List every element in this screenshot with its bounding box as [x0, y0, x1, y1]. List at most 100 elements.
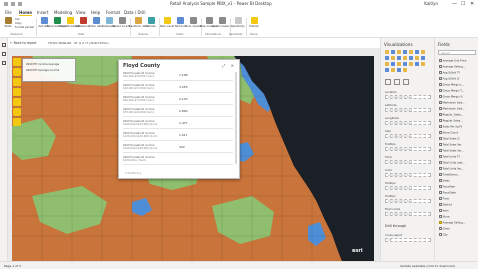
analytics-tab-icon[interactable]: [403, 79, 409, 85]
close-button[interactable]: ✕: [470, 1, 474, 7]
r-visual-icon[interactable]: [385, 68, 389, 72]
field-item[interactable]: Chain: [439, 227, 477, 232]
tab-view[interactable]: View: [76, 10, 86, 15]
select-icon[interactable]: [13, 108, 21, 116]
stacked-bar-icon[interactable]: [385, 50, 389, 54]
map-icon[interactable]: [415, 56, 419, 60]
well-field-name[interactable]: Field name Add data fields here: [385, 207, 431, 216]
field-item[interactable]: Store Count: [439, 131, 477, 136]
tab-data-drill[interactable]: Data / Drill: [124, 10, 146, 15]
field-item[interactable]: Sales: [439, 179, 477, 184]
field-item[interactable]: Average Selling...: [439, 65, 477, 70]
field-item[interactable]: Total Units TY: [439, 155, 477, 160]
more-visuals-button[interactable]: More visuals: [185, 17, 201, 28]
minimize-button[interactable]: —: [452, 1, 457, 7]
well-time[interactable]: Time Add data fields here: [385, 155, 431, 164]
format-painter-button[interactable]: Format painter: [15, 26, 34, 29]
sensitivity-button[interactable]: Sensitivity: [231, 17, 245, 28]
update-available-link[interactable]: Update available (click to download): [400, 264, 455, 268]
pie-chart-icon[interactable]: [397, 56, 401, 60]
data-view-icon[interactable]: [2, 52, 6, 56]
field-item[interactable]: Store: [439, 215, 477, 220]
refresh-button[interactable]: Refresh: [145, 17, 157, 28]
field-item[interactable]: Total Sales Var...: [439, 149, 477, 154]
python-visual-icon[interactable]: [391, 68, 395, 72]
recent-sources-button[interactable]: Recent sources: [112, 17, 132, 28]
user-name[interactable]: Kaitlyn: [424, 1, 438, 6]
field-item[interactable]: Total Sales Var: [439, 143, 477, 148]
field-item[interactable]: Average Selling...: [439, 221, 477, 226]
tab-modeling[interactable]: Modeling: [54, 10, 72, 15]
field-item[interactable]: Markdown Sale...: [439, 101, 477, 106]
column-chart-icon[interactable]: [391, 50, 395, 54]
pin-icon[interactable]: [13, 118, 21, 126]
well-latitude[interactable]: Latitude Add data fields here: [385, 103, 431, 112]
field-item[interactable]: Time: [439, 197, 477, 202]
format-tab-icon[interactable]: [394, 79, 400, 85]
field-item[interactable]: Gross Margin T...: [439, 89, 477, 94]
funnel-icon[interactable]: [385, 62, 389, 66]
field-item[interactable]: Regular Sales...: [439, 119, 477, 124]
slicer-icon[interactable]: [409, 62, 413, 66]
field-item[interactable]: Total Units Var...: [439, 167, 477, 172]
tab-file[interactable]: File: [5, 10, 12, 15]
well-location[interactable]: Location Add data fields here: [385, 90, 431, 99]
well-cross-report[interactable]: Cross-report Off: [385, 233, 431, 242]
back-to-report-button[interactable]: ← Back to report: [10, 41, 36, 45]
field-item[interactable]: Total Sales LY: [439, 137, 477, 142]
matrix-icon[interactable]: [421, 62, 425, 66]
well-color[interactable]: Color Add data fields here: [385, 168, 431, 177]
arcgis-icon[interactable]: [403, 68, 407, 72]
gauge-icon[interactable]: [391, 62, 395, 66]
field-item[interactable]: Average Unit Price: [439, 59, 477, 64]
filter-pill[interactable]: TOTAL MANLOR: [48, 41, 71, 45]
redo-icon[interactable]: [18, 2, 22, 6]
paste-button[interactable]: Paste: [2, 17, 14, 28]
kpi-icon[interactable]: [403, 62, 407, 66]
publish-button[interactable]: Publish: [248, 17, 260, 28]
line-chart-icon[interactable]: [403, 50, 407, 54]
sql-server-button[interactable]: SQL Server: [76, 17, 90, 28]
donut-icon[interactable]: [403, 56, 407, 60]
well-tooltips-2[interactable]: Tooltips Add data fields here: [385, 181, 431, 190]
undo-icon[interactable]: [11, 2, 15, 6]
scatter-icon[interactable]: [391, 56, 395, 60]
field-item[interactable]: Sales Per Sq Ft: [439, 125, 477, 130]
table-icon[interactable]: [415, 62, 419, 66]
quick-measure-button[interactable]: Quick measure: [212, 17, 232, 28]
field-item[interactable]: District: [439, 203, 477, 208]
ribbon-chart-icon[interactable]: [421, 50, 425, 54]
field-item[interactable]: Avg $/Unit LY: [439, 77, 477, 82]
combo-chart-icon[interactable]: [415, 50, 419, 54]
search-icon[interactable]: [13, 98, 21, 106]
field-item[interactable]: Item: [439, 209, 477, 214]
transform-data-button[interactable]: Transform data: [128, 17, 148, 28]
well-tooltips-3[interactable]: Tooltips Add data fields here: [385, 194, 431, 203]
well-longitude[interactable]: Longitude Add data fields here: [385, 116, 431, 125]
report-view-icon[interactable]: [2, 43, 6, 47]
well-size[interactable]: Size Add data fields here: [385, 129, 431, 138]
field-item[interactable]: TimeDimen...: [439, 173, 477, 178]
field-item[interactable]: Avg $/Unit TY: [439, 71, 477, 76]
save-icon[interactable]: [4, 2, 8, 6]
field-item[interactable]: City: [439, 233, 477, 238]
zoom-out-icon[interactable]: [13, 78, 21, 86]
field-item[interactable]: Gross Margin %: [439, 95, 477, 100]
tab-insert[interactable]: Insert: [37, 10, 48, 15]
layer-legend[interactable]: 2020 HH Income Average 2020 HH Average I…: [22, 58, 76, 82]
area-chart-icon[interactable]: [409, 50, 413, 54]
filled-map-icon[interactable]: [421, 56, 425, 60]
fields-tab-icon[interactable]: [385, 79, 391, 85]
maximize-button[interactable]: ☐: [461, 1, 465, 7]
new-visual-button[interactable]: New visual: [160, 17, 174, 28]
field-item[interactable]: FiscalYear: [439, 185, 477, 190]
tab-help[interactable]: Help: [91, 10, 100, 15]
model-view-icon[interactable]: [2, 61, 6, 65]
layers-icon[interactable]: [13, 88, 21, 96]
key-influencers-icon[interactable]: [397, 68, 401, 72]
treemap-icon[interactable]: [409, 56, 413, 60]
copy-button[interactable]: Copy: [15, 22, 22, 25]
tooltip-scrollbar[interactable]: [235, 72, 237, 164]
field-item[interactable]: Regular_Sales...: [439, 113, 477, 118]
tab-format[interactable]: Format: [106, 10, 120, 15]
